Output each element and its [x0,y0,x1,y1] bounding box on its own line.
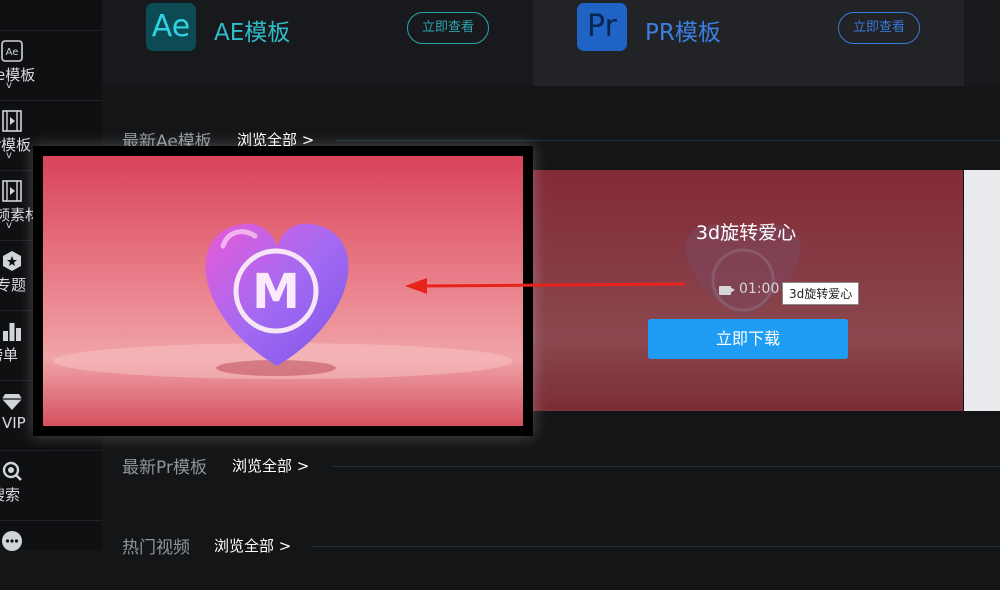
chevron-down-icon[interactable]: v [6,150,12,161]
video-duration: 01:00 [739,281,780,297]
browse-all-link[interactable]: 浏览全部 > [232,455,309,476]
ae-template-card[interactable]: Ae AE模板 立即查看 [102,0,532,86]
sidebar-item-label: VIP [2,414,26,432]
pr-view-now-button[interactable]: 立即查看 [838,12,920,44]
section-divider [332,466,1000,467]
video-camera-icon [719,286,735,295]
chat-icon [2,531,22,551]
sidebar-item-search[interactable]: 搜索 [0,450,102,521]
chevron-down-icon[interactable]: v [6,80,12,91]
ae-icon: Ae [1,40,23,62]
film-icon [2,110,22,132]
sidebar-item-label: 搜索 [0,486,21,504]
download-now-button[interactable]: 立即下载 [648,319,848,359]
template-category-bar: Ae AE模板 立即查看 Pr PR模板 立即查看 [102,0,1000,86]
svg-text:Ae: Ae [6,47,19,58]
chart-icon [3,323,21,341]
pr-template-card[interactable]: Pr PR模板 立即查看 [533,0,964,86]
section-title: 热门视频 [122,538,190,558]
chevron-down-icon[interactable]: v [6,220,12,231]
template-card-title: 3d旋转爱心 [695,222,797,244]
sidebar-item-label: 榜单 [0,346,19,364]
title-tooltip: 3d旋转爱心 [782,282,860,305]
ae-template-title[interactable]: AE模板 [214,13,290,47]
topic-icon [3,251,21,271]
sidebar-item-label: 专题 [0,276,27,294]
red-arrow-icon [405,278,685,294]
section-divider [312,546,1000,547]
heart-logo-letter: M [252,264,300,320]
next-template-card[interactable] [964,170,1000,411]
section-latest-pr: 最新Pr模板 浏览全部 > [102,453,1000,483]
ae-view-now-button[interactable]: 立即查看 [407,12,489,44]
diamond-icon [2,394,22,410]
film-icon [2,180,22,202]
section-hot-videos: 热门视频 浏览全部 > [102,533,1000,563]
sidebar-item-chat[interactable] [0,520,102,590]
pr-logo: Pr [577,3,627,51]
ae-logo: Ae [146,3,196,51]
search-icon [2,461,22,481]
sidebar-item-label: Pr模板 [0,136,31,154]
section-divider [337,140,1000,141]
sidebar-item-ae-templates[interactable]: Ae Ae模板 v [0,30,102,101]
browse-all-link[interactable]: 浏览全部 > [214,535,291,556]
section-title: 最新Pr模板 [122,458,207,478]
pr-template-title[interactable]: PR模板 [645,13,721,47]
sidebar-item-home[interactable]: 首页 [0,0,102,31]
